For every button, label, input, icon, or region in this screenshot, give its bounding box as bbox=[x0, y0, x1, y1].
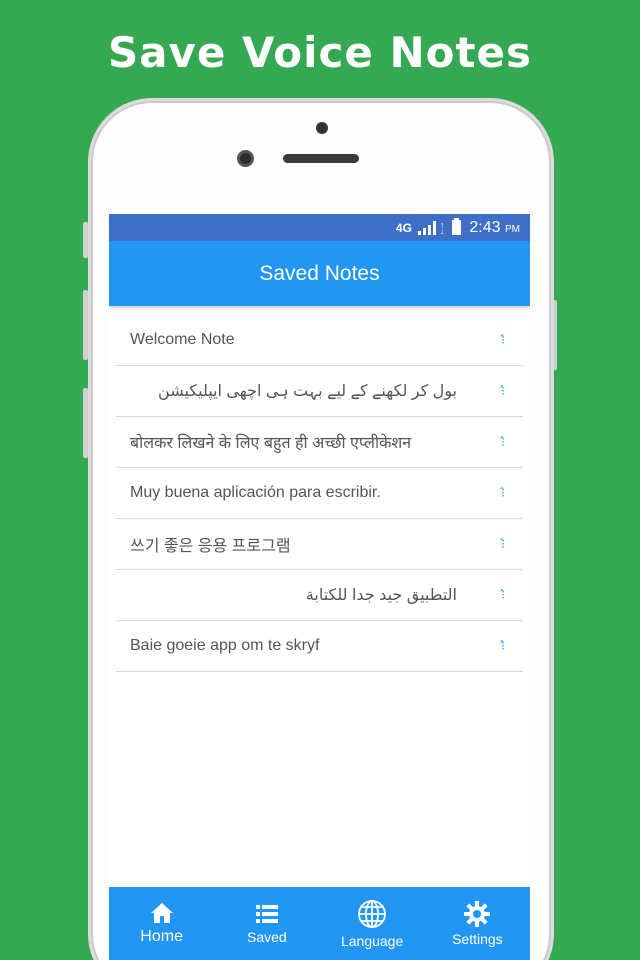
app-screen: 4G ↑ ↓ 2:43 PM Saved Notes Welcome Note ⁝… bbox=[109, 214, 530, 960]
nav-saved[interactable]: Saved bbox=[214, 887, 319, 960]
gear-icon bbox=[464, 900, 491, 927]
status-clock: 2:43 PM bbox=[469, 218, 520, 236]
status-bar: 4G ↑ ↓ 2:43 PM bbox=[109, 214, 530, 241]
nav-settings-label: Settings bbox=[452, 930, 503, 947]
signal-icon bbox=[417, 220, 436, 235]
note-item[interactable]: 쓰기 좋은 응용 프로그램 ⁝̂ bbox=[116, 519, 523, 570]
nav-home-label: Home bbox=[140, 927, 183, 945]
note-menu-icon[interactable]: ⁝̂ bbox=[497, 486, 509, 500]
note-menu-icon[interactable]: ⁝̂ bbox=[497, 537, 509, 551]
note-text: التطبيق جيد جدا للكتابة bbox=[305, 587, 457, 604]
page-title: Saved Notes bbox=[259, 261, 380, 285]
nav-saved-label: Saved bbox=[247, 928, 287, 945]
note-item[interactable]: بول کر لکھنے کے لیے بہت ہی اچھی ایپلیکیش… bbox=[116, 366, 523, 417]
note-text: Welcome Note bbox=[130, 331, 235, 348]
nav-settings[interactable]: Settings bbox=[425, 887, 530, 960]
nav-language[interactable]: Language bbox=[320, 887, 425, 960]
note-text: बोलकर लिखने के लिए बहुत ही अच्छी एप्लीके… bbox=[130, 435, 412, 452]
nav-home[interactable]: Home bbox=[109, 887, 214, 960]
network-type: 4G bbox=[395, 220, 412, 235]
notes-list: Welcome Note ⁝̂ بول کر لکھنے کے لیے بہت … bbox=[116, 315, 523, 672]
note-text: Muy buena aplicación para escribir. bbox=[130, 484, 381, 501]
data-arrows-icon: ↑ ↓ bbox=[439, 219, 445, 236]
note-menu-icon[interactable]: ⁝̂ bbox=[497, 588, 509, 602]
note-text: بول کر لکھنے کے لیے بہت ہی اچھی ایپلیکیش… bbox=[158, 383, 457, 400]
headline: Save Voice Notes bbox=[107, 28, 533, 77]
app-bar: Saved Notes bbox=[109, 241, 530, 306]
bottom-navigation: Home Saved Language Settings bbox=[109, 887, 530, 960]
note-menu-icon[interactable]: ⁝̂ bbox=[497, 639, 509, 653]
note-item[interactable]: Muy buena aplicación para escribir. ⁝̂ bbox=[116, 468, 523, 519]
battery-icon bbox=[452, 218, 462, 235]
note-menu-icon[interactable]: ⁝̂ bbox=[497, 435, 509, 449]
nav-language-label: Language bbox=[340, 932, 404, 949]
note-text: 쓰기 좋은 응용 프로그램 bbox=[130, 538, 291, 555]
phone-sensor bbox=[316, 122, 328, 134]
globe-icon bbox=[357, 899, 387, 929]
note-menu-icon[interactable]: ⁝̂ bbox=[497, 384, 509, 398]
note-item[interactable]: Welcome Note ⁝̂ bbox=[116, 315, 523, 366]
note-menu-icon[interactable]: ⁝̂ bbox=[497, 333, 509, 347]
phone-speaker bbox=[283, 154, 359, 163]
front-camera bbox=[237, 150, 254, 167]
list-icon bbox=[255, 903, 279, 925]
note-item[interactable]: बोलकर लिखने के लिए बहुत ही अच्छी एप्लीके… bbox=[116, 417, 523, 468]
home-icon bbox=[150, 902, 174, 924]
note-text: Baie goeie app om te skryf bbox=[130, 637, 320, 654]
note-item[interactable]: التطبيق جيد جدا للكتابة ⁝̂ bbox=[116, 570, 523, 621]
note-item[interactable]: Baie goeie app om te skryf ⁝̂ bbox=[116, 621, 523, 672]
